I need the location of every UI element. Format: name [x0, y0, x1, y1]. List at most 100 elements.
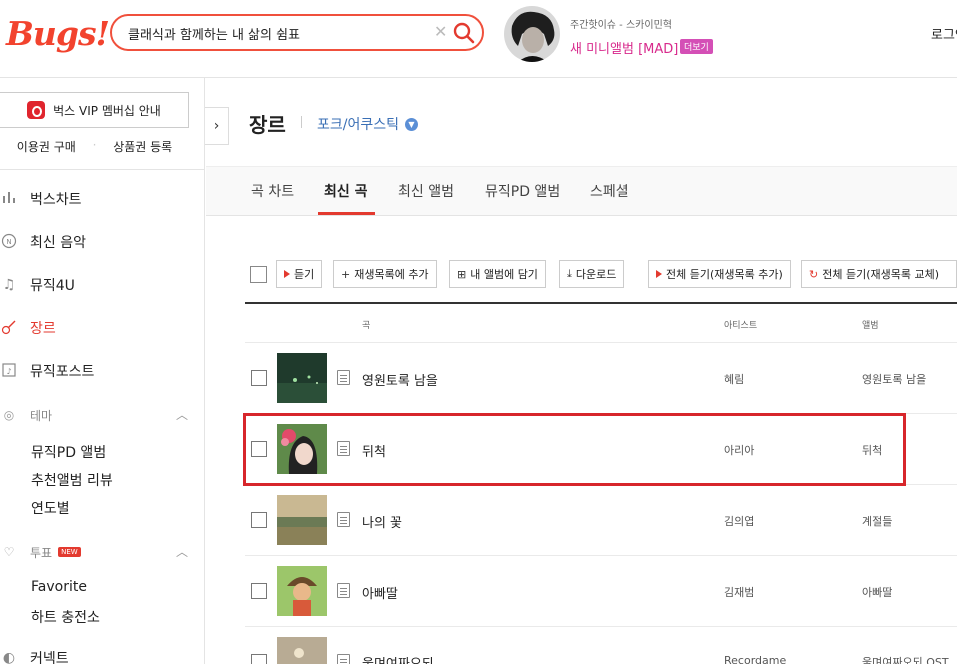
album-thumbnail[interactable] — [277, 495, 327, 545]
tab-latest-songs[interactable]: 최신 곡 — [324, 181, 368, 201]
bugs-vip-icon — [27, 101, 46, 119]
music-note-icon: ♫ — [2, 277, 16, 293]
row-checkbox[interactable] — [251, 370, 267, 386]
column-header-album: 앨범 — [862, 321, 879, 331]
chevron-up-icon[interactable]: ︿ — [176, 543, 188, 560]
sidebar-item-genre[interactable]: 장르 — [0, 318, 56, 338]
divider — [245, 626, 957, 627]
sidebar-item-label: 뮤직4U — [30, 278, 75, 294]
download-label: 다운로드 — [575, 268, 617, 281]
top-header: Bugs! ✕ 주간핫이슈 - 스카이민혁 새 미니앨범 [MAD] 더보기 로… — [0, 0, 957, 78]
album-thumbnail[interactable] — [277, 637, 327, 664]
theme-item-musicpd-album[interactable]: 뮤직PD 앨범 — [31, 442, 106, 462]
tab-special[interactable]: 스페셜 — [590, 181, 629, 201]
sidebar-item-label: 뮤직포스트 — [30, 364, 95, 380]
genre-label: 포크/어쿠스틱 — [317, 117, 399, 133]
promo-subtitle: 주간핫이슈 - 스카이민혁 — [570, 20, 672, 31]
music-post-icon: ♪ — [0, 362, 18, 380]
sidebar-item-music-post[interactable]: ♪ 뮤직포스트 — [0, 361, 94, 381]
login-link[interactable]: 로그인 — [931, 24, 957, 43]
play-all-add-button[interactable]: 전체 듣기(재생목록 추가) — [648, 260, 791, 288]
promo-title[interactable]: 새 미니앨범 [MAD] — [570, 38, 678, 57]
table-top-border — [245, 302, 957, 304]
divider — [0, 169, 205, 170]
download-button[interactable]: ⤓ 다운로드 — [559, 260, 625, 288]
sidebar-item-label: 최신 음악 — [30, 235, 86, 251]
lyrics-icon[interactable] — [337, 512, 350, 527]
artist-name[interactable]: 김재범 — [724, 584, 754, 600]
sidebar-collapse-button[interactable]: › — [205, 107, 229, 145]
theme-item-by-year[interactable]: 연도별 — [31, 498, 70, 518]
sidebar-item-label: 장르 — [30, 321, 56, 337]
divider — [301, 116, 302, 128]
play-all-replace-button[interactable]: ↻ 전체 듣기(재생목록 교체) — [801, 260, 957, 288]
promo-artist-image[interactable] — [504, 6, 560, 62]
row-checkbox[interactable] — [251, 512, 267, 528]
active-tab-indicator — [318, 212, 375, 215]
vote-section-header[interactable]: ♡ 투표 NEW ︿ — [0, 543, 190, 561]
column-header-artist: 아티스트 — [724, 321, 758, 331]
artist-name[interactable]: 김의엽 — [724, 513, 754, 529]
song-title[interactable]: 나의 꽃 — [362, 512, 402, 531]
play-icon — [284, 270, 290, 278]
vote-item-favorite[interactable]: Favorite — [31, 579, 87, 595]
album-name[interactable]: 영원토록 남을 — [862, 371, 926, 387]
album-thumbnail[interactable] — [277, 566, 327, 616]
tab-song-chart[interactable]: 곡 차트 — [251, 181, 294, 201]
artist-name[interactable]: Recordame — [724, 654, 786, 664]
buy-pass-link[interactable]: 이용권 구매 — [0, 138, 93, 155]
add-playlist-label: 재생목록에 추가 — [354, 268, 429, 281]
listen-button[interactable]: 듣기 — [276, 260, 323, 288]
select-all-checkbox[interactable] — [250, 266, 267, 283]
album-name[interactable]: 계절들 — [862, 513, 892, 529]
sidebar-item-label: 벅스차트 — [30, 192, 82, 208]
row-checkbox[interactable] — [251, 654, 267, 664]
vote-item-heart-charge[interactable]: 하트 충전소 — [31, 607, 100, 627]
sidebar-item-chart[interactable]: 벅스차트 — [0, 189, 82, 209]
album-name[interactable]: 울며여짜오되 OST — [862, 654, 949, 664]
search-icon[interactable] — [452, 21, 476, 45]
lyrics-icon[interactable] — [337, 370, 350, 385]
tab-bar: 곡 차트 최신 곡 최신 앨범 뮤직PD 앨범 스페셜 — [206, 166, 957, 216]
lyrics-icon[interactable] — [337, 654, 350, 664]
album-thumbnail[interactable] — [277, 353, 327, 403]
sidebar-item-new-music[interactable]: N 최신 음악 — [0, 232, 86, 252]
artist-name[interactable]: 혜림 — [724, 371, 744, 387]
bugs-genre-page: Bugs! ✕ 주간핫이슈 - 스카이민혁 새 미니앨범 [MAD] 더보기 로… — [0, 0, 957, 664]
add-album-icon: ⊞ — [457, 267, 467, 281]
new-music-icon: N — [0, 233, 18, 251]
sidebar-item-music4u[interactable]: ♫ 뮤직4U — [0, 275, 75, 295]
plus-icon: + — [341, 267, 351, 281]
row-checkbox[interactable] — [251, 583, 267, 599]
sidebar-item-label: 커넥트 — [30, 651, 69, 664]
search-input[interactable] — [128, 23, 428, 43]
row-highlight-box — [243, 413, 906, 486]
chevron-up-icon[interactable]: ︿ — [176, 406, 188, 423]
clear-icon[interactable]: ✕ — [434, 22, 447, 41]
album-name[interactable]: 아빠딸 — [862, 584, 892, 600]
search-box: ✕ — [110, 14, 484, 51]
add-to-playlist-button[interactable]: + 재생목록에 추가 — [333, 260, 437, 288]
new-badge: NEW — [58, 547, 81, 557]
theme-section-header[interactable]: ◎ 테마 ︿ — [0, 406, 190, 424]
bugs-logo[interactable]: Bugs! — [6, 14, 110, 53]
svg-text:N: N — [6, 238, 11, 246]
promo-more-button[interactable]: 더보기 — [680, 39, 713, 54]
genre-dropdown[interactable]: 포크/어쿠스틱 ▼ — [317, 114, 418, 134]
lyrics-icon[interactable] — [337, 583, 350, 598]
chevron-down-icon: ▼ — [405, 117, 418, 131]
song-title[interactable]: 영원토록 남을 — [362, 370, 438, 389]
vip-membership-button[interactable]: 벅스 VIP 멤버십 안내 — [0, 92, 189, 128]
tab-latest-albums[interactable]: 최신 앨범 — [398, 181, 454, 201]
song-title[interactable]: 울며여짜오되 — [362, 653, 434, 664]
sidebar-item-connect[interactable]: ◐ 커넥트 — [0, 648, 69, 664]
play-all-add-label: 전체 듣기(재생목록 추가) — [666, 268, 783, 281]
tab-musicpd-albums[interactable]: 뮤직PD 앨범 — [485, 181, 560, 201]
play-all-replace-label: 전체 듣기(재생목록 교체) — [822, 268, 939, 281]
theme-item-album-review[interactable]: 추천앨범 리뷰 — [31, 470, 113, 490]
register-voucher-link[interactable]: 상품권 등록 — [96, 138, 189, 155]
add-to-my-album-button[interactable]: ⊞ 내 앨범에 담기 — [449, 260, 546, 288]
song-title[interactable]: 아빠딸 — [362, 583, 398, 602]
vip-label: 벅스 VIP 멤버십 안내 — [53, 103, 161, 118]
column-header-song: 곡 — [362, 321, 371, 331]
